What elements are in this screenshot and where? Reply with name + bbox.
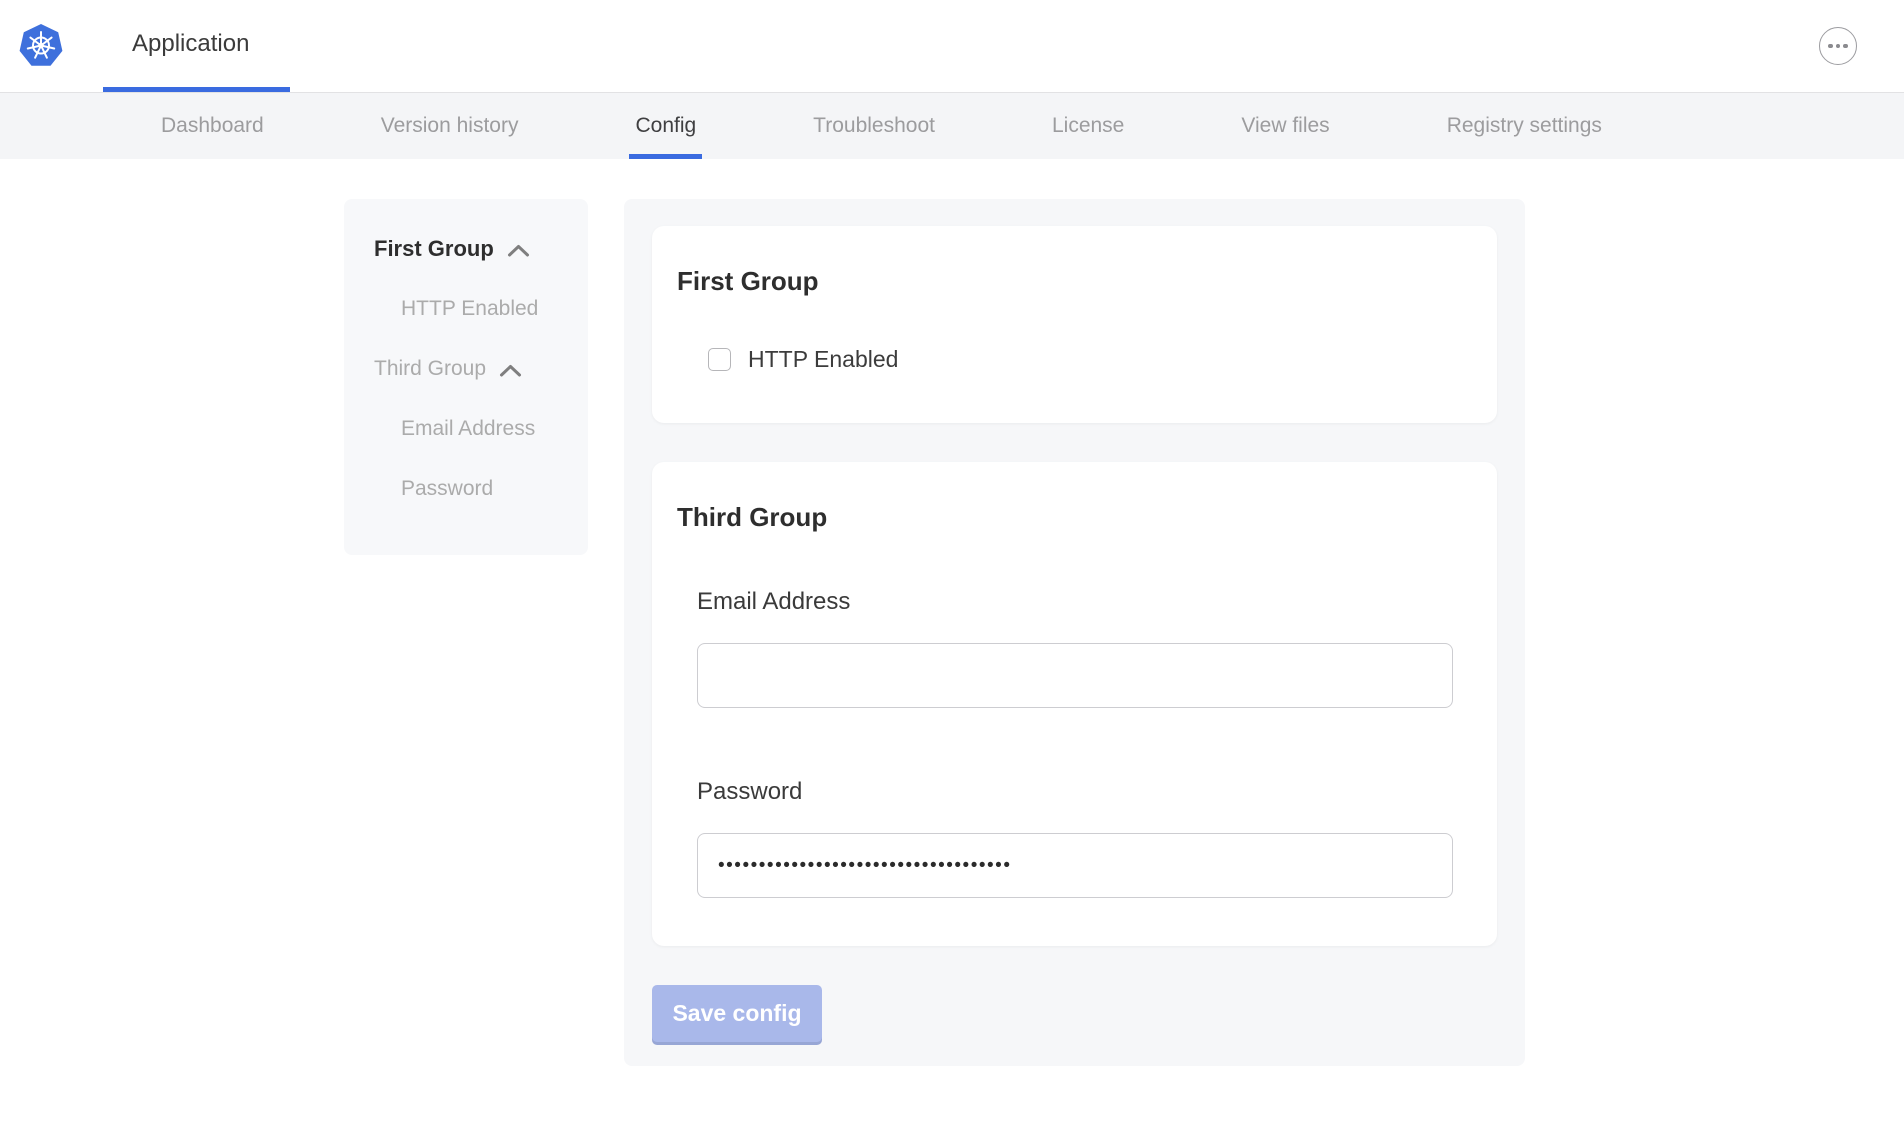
save-config-button[interactable]: Save config — [652, 985, 822, 1042]
tab-registry-settings[interactable]: Registry settings — [1441, 93, 1608, 159]
password-input[interactable] — [697, 833, 1453, 898]
chevron-up-icon — [507, 244, 530, 257]
email-address-input[interactable] — [697, 643, 1453, 708]
http-enabled-checkbox[interactable] — [708, 348, 731, 371]
sidebar-item-password[interactable]: Password — [344, 459, 588, 519]
sidebar-item-label: Password — [401, 477, 493, 501]
sidebar-group-third-group[interactable]: Third Group — [344, 339, 588, 399]
config-group-title: First Group — [677, 266, 1470, 296]
sidebar-group-label: First Group — [374, 236, 494, 262]
tab-version-history[interactable]: Version history — [375, 93, 525, 159]
tab-license[interactable]: License — [1046, 93, 1130, 159]
kubernetes-logo-icon — [18, 23, 64, 69]
tab-view-files[interactable]: View files — [1235, 93, 1335, 159]
app-header: Application — [0, 0, 1904, 93]
config-group-card-third: Third Group Email Address Password — [652, 462, 1497, 946]
http-enabled-label[interactable]: HTTP Enabled — [748, 346, 898, 373]
header-app-tab-label: Application — [132, 30, 249, 58]
config-group-title: Third Group — [677, 502, 1470, 532]
tab-config[interactable]: Config — [629, 93, 702, 159]
header-app-tab[interactable]: Application — [103, 0, 290, 92]
app-nav-tabs: Dashboard Version history Config Trouble… — [0, 93, 1904, 159]
ellipsis-menu-button[interactable] — [1819, 27, 1857, 65]
sidebar-item-email-address[interactable]: Email Address — [344, 399, 588, 459]
sidebar-item-http-enabled[interactable]: HTTP Enabled — [344, 279, 588, 339]
config-group-card-first: First Group HTTP Enabled — [652, 226, 1497, 423]
sidebar-item-label: Email Address — [401, 417, 535, 441]
password-field: Password — [697, 778, 1470, 898]
sidebar-group-first-group[interactable]: First Group — [344, 219, 588, 279]
email-address-field: Email Address — [697, 588, 1470, 708]
email-address-label: Email Address — [697, 588, 1470, 615]
password-label: Password — [697, 778, 1470, 805]
config-main-panel: First Group HTTP Enabled Third Group Ema… — [624, 199, 1525, 1066]
sidebar-item-label: HTTP Enabled — [401, 297, 538, 321]
chevron-up-icon — [499, 364, 522, 377]
http-enabled-row: HTTP Enabled — [708, 346, 1470, 373]
sidebar-group-label: Third Group — [374, 357, 486, 381]
tab-dashboard[interactable]: Dashboard — [155, 93, 270, 159]
config-content: First Group HTTP Enabled Third Group Ema… — [344, 199, 1904, 1066]
config-sidebar: First Group HTTP Enabled Third Group Ema… — [344, 199, 588, 555]
tab-troubleshoot[interactable]: Troubleshoot — [807, 93, 941, 159]
ellipsis-icon — [1828, 44, 1833, 49]
